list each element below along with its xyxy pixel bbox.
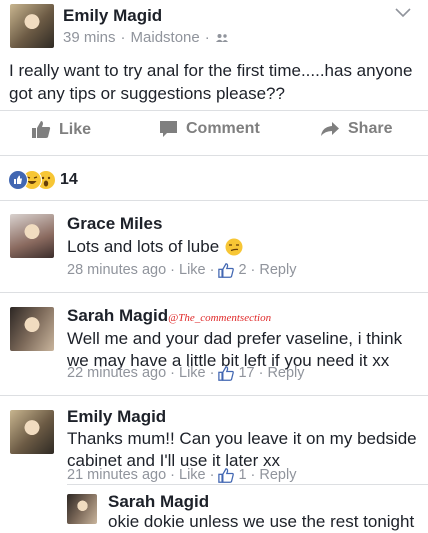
post-author-name[interactable]: Emily Magid bbox=[63, 6, 162, 26]
divider bbox=[0, 292, 428, 293]
post-location[interactable]: Maidstone bbox=[131, 29, 200, 46]
reply-author-name[interactable]: Sarah Magid bbox=[108, 492, 209, 512]
comment-author-name[interactable]: Grace Miles bbox=[67, 214, 162, 234]
comment-meta: 21 minutes ago · Like · 1 · Reply bbox=[67, 467, 297, 483]
chevron-down-icon[interactable] bbox=[395, 8, 411, 18]
comment-like-link[interactable]: Like bbox=[179, 262, 206, 278]
post-meta: 39 mins · Maidstone · bbox=[63, 29, 229, 46]
smirk-emoji-icon bbox=[225, 238, 243, 256]
comment-label: Comment bbox=[186, 120, 260, 137]
thumbs-up-icon bbox=[32, 121, 51, 138]
watermark-text: @The_commentsection bbox=[168, 312, 272, 324]
comment-text: Thanks mum!! Can you leave it on my beds… bbox=[67, 429, 417, 470]
thumbs-up-icon bbox=[218, 467, 235, 483]
comment-time: 22 minutes ago bbox=[67, 365, 167, 381]
comment-meta: 28 minutes ago · Like · 2 · Reply bbox=[67, 262, 297, 278]
comment-reply-link[interactable]: Reply bbox=[259, 262, 296, 278]
like-reaction-icon bbox=[8, 170, 28, 190]
comment-author-avatar[interactable] bbox=[10, 214, 54, 258]
meta-separator: · bbox=[204, 29, 210, 46]
divider bbox=[0, 110, 428, 111]
divider bbox=[0, 395, 428, 396]
divider bbox=[0, 155, 428, 156]
share-arrow-icon bbox=[321, 122, 339, 136]
meta-separator: · bbox=[120, 29, 126, 46]
comment-button[interactable]: Comment bbox=[159, 120, 260, 138]
post-author-avatar[interactable] bbox=[10, 4, 54, 48]
comment-meta: 22 minutes ago · Like · 17 · Reply bbox=[67, 365, 305, 381]
friends-audience-icon bbox=[215, 33, 228, 42]
divider bbox=[67, 484, 428, 485]
comment-author-avatar[interactable] bbox=[10, 307, 54, 351]
comment-like-link[interactable]: Like bbox=[179, 467, 206, 483]
like-button[interactable]: Like bbox=[31, 120, 91, 139]
reply-author-avatar[interactable] bbox=[67, 494, 97, 524]
reply-text: okie dokie unless we use the rest tonigh… bbox=[108, 512, 415, 531]
share-button[interactable]: Share bbox=[320, 120, 392, 138]
comment-text: Lots and lots of lube bbox=[67, 236, 243, 258]
divider bbox=[0, 200, 428, 201]
comment-author-name[interactable]: Sarah Magid bbox=[67, 306, 168, 326]
post-text: I really want to try anal for the first … bbox=[9, 61, 413, 103]
comment-like-link[interactable]: Like bbox=[179, 365, 206, 381]
comment-author-row: Sarah Magid @The_commentsection bbox=[67, 306, 271, 326]
comment-reply-link[interactable]: Reply bbox=[259, 467, 296, 483]
comment-like-count[interactable]: 2 bbox=[238, 262, 246, 278]
like-label: Like bbox=[59, 120, 92, 138]
reaction-count: 14 bbox=[60, 171, 78, 188]
post-time[interactable]: 39 mins bbox=[63, 29, 116, 46]
comment-time: 21 minutes ago bbox=[67, 467, 167, 483]
comment-reply-link[interactable]: Reply bbox=[267, 365, 304, 381]
reactions-summary[interactable]: 14 bbox=[8, 169, 108, 191]
comment-bubble-icon bbox=[160, 121, 177, 137]
comment-like-count[interactable]: 17 bbox=[238, 365, 254, 381]
comment-author-avatar[interactable] bbox=[10, 410, 54, 454]
comment-time: 28 minutes ago bbox=[67, 262, 167, 278]
thumbs-up-icon bbox=[218, 365, 235, 381]
comment-like-count[interactable]: 1 bbox=[238, 467, 246, 483]
thumbs-up-icon bbox=[218, 262, 235, 278]
comment-author-name[interactable]: Emily Magid bbox=[67, 407, 166, 427]
share-label: Share bbox=[348, 120, 393, 137]
